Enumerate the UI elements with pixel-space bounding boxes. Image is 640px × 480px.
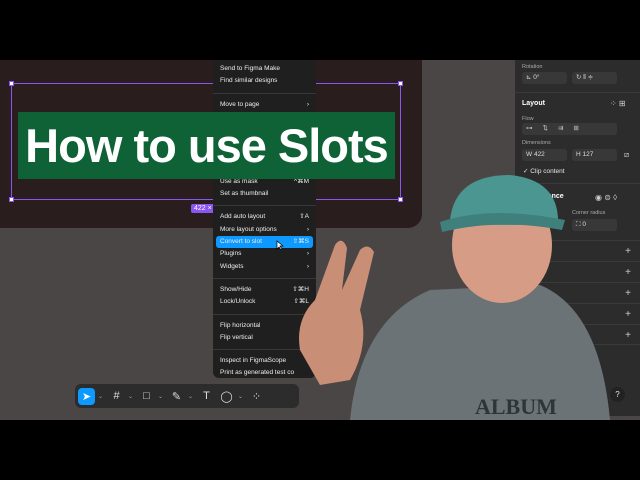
menu-item[interactable]: Move to page › — [213, 99, 316, 111]
height-input[interactable]: H 127 — [572, 149, 617, 161]
resize-handle[interactable] — [398, 81, 403, 86]
menu-item[interactable]: Send to Figma Make — [213, 63, 316, 75]
rotation-label: Rotation — [522, 64, 543, 70]
shirt-logo: ALBUM — [475, 394, 557, 419]
title-banner: How to use Slots — [18, 112, 395, 179]
resize-handle[interactable] — [9, 81, 14, 86]
move-tool-icon[interactable]: ➤ — [78, 387, 95, 405]
flip-buttons[interactable]: ↻ ⫴ ≑ — [572, 72, 617, 84]
comment-tool-icon[interactable]: ◯ — [218, 388, 235, 405]
resize-icon[interactable]: ⧄ — [624, 150, 629, 160]
resize-handle[interactable] — [9, 197, 14, 202]
menu-item[interactable]: Find similar designs — [213, 75, 316, 87]
presenter-photo: ALBUM — [299, 175, 610, 420]
pen-tool-icon[interactable]: ✎ — [168, 388, 185, 405]
actions-icon[interactable]: ⁘ — [248, 388, 265, 405]
frame-tool-icon[interactable]: # — [108, 388, 125, 405]
flow-options[interactable]: ⊶⇅⇉⊞ — [522, 123, 617, 135]
rectangle-tool-icon[interactable]: □ — [138, 388, 155, 405]
flow-label: Flow — [522, 116, 534, 122]
bottom-toolbar: ➤ ⌄ # ⌄ □ ⌄ ✎ ⌄ T ◯ ⌄ ⁘ — [75, 384, 299, 408]
grid-icon[interactable]: ⁘ ⊞ — [610, 99, 626, 108]
rotation-input[interactable]: ⊾ 0° — [522, 72, 567, 84]
layout-title: Layout — [522, 100, 545, 107]
dimensions-label: Dimensions — [522, 140, 551, 146]
cursor-icon — [276, 240, 284, 251]
width-input[interactable]: W 422 — [522, 149, 567, 161]
text-tool-icon[interactable]: T — [198, 388, 215, 405]
